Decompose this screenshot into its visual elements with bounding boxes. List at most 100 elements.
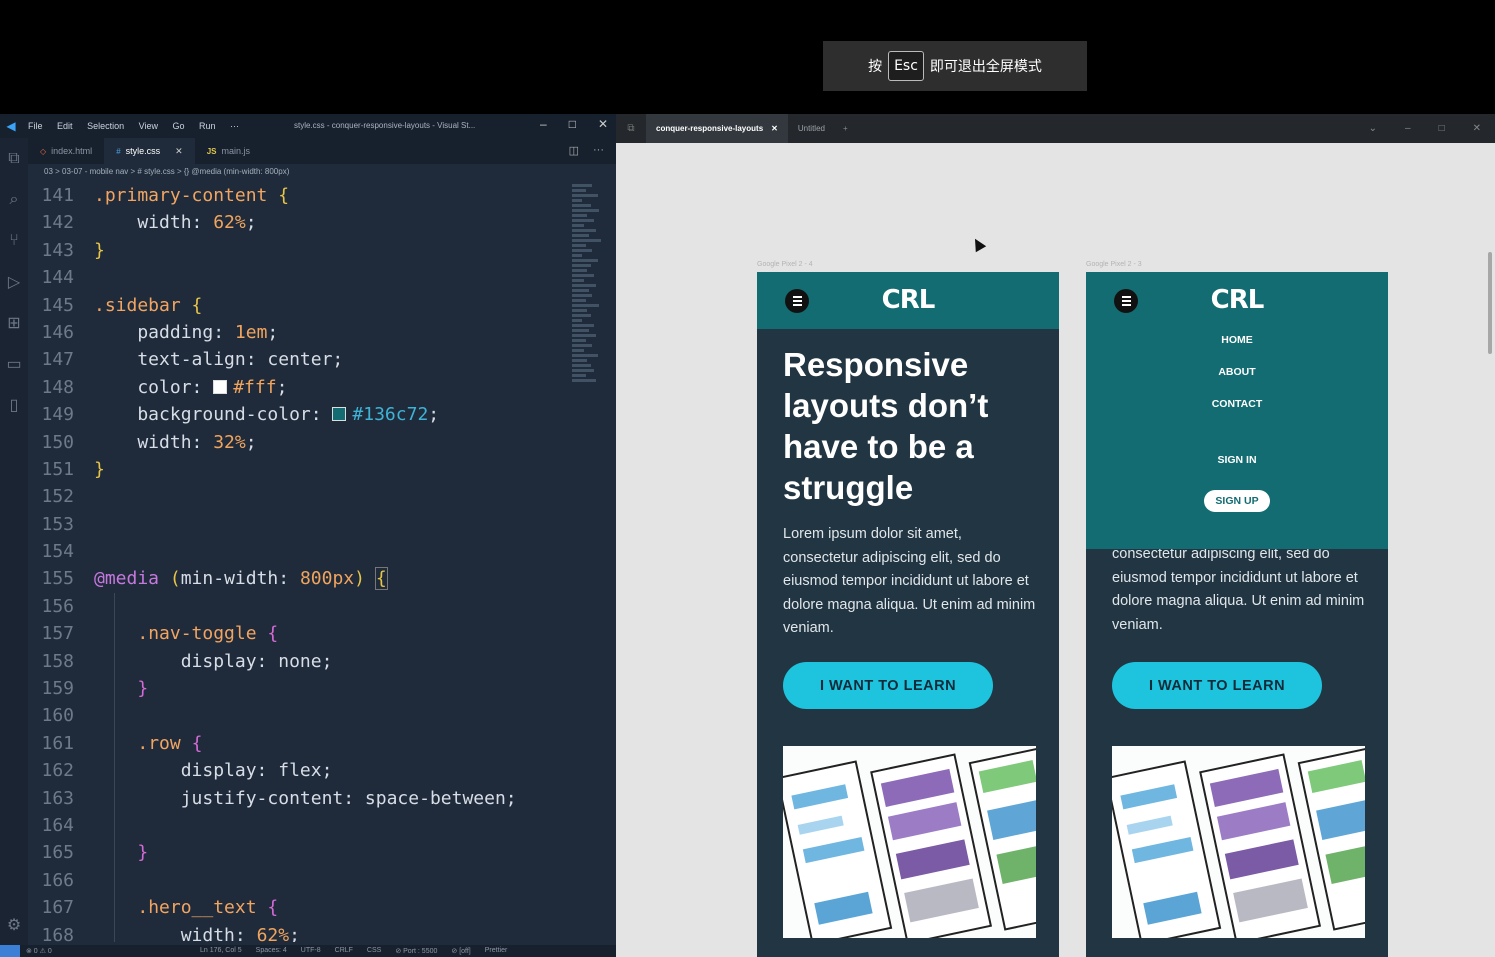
language-mode[interactable]: CSS (367, 947, 381, 955)
esc-key: Esc (888, 51, 924, 81)
tab-conquer-responsive-layouts[interactable]: conquer-responsive-layouts ✕ (646, 114, 788, 143)
hero-title: Responsive layouts don’t have to be a st… (783, 346, 989, 506)
color-swatch[interactable] (332, 407, 347, 422)
toast-prefix: 按 (868, 59, 883, 75)
code-line: 159 } (41, 678, 149, 700)
nav-link-contact[interactable]: CONTACT (1086, 398, 1388, 410)
vscode-titlebar: ◀ File Edit Selection View Go Run ··· st… (0, 114, 616, 138)
tab-style-css[interactable]: # style.css ✕ (104, 138, 195, 164)
close-tab-icon[interactable]: ✕ (175, 146, 183, 157)
sign-in-link[interactable]: SIGN IN (1086, 454, 1388, 466)
device-preview-1: CRL Responsive layouts don’t have to be … (757, 272, 1059, 957)
maximize-icon[interactable]: □ (1439, 123, 1445, 134)
cta-button[interactable]: I WANT TO LEARN (1112, 662, 1322, 709)
code-line: 165 } (41, 842, 149, 864)
remote-indicator[interactable] (0, 945, 20, 957)
code-line: 148 color: #fff; (41, 376, 288, 398)
breadcrumb[interactable]: 03 > 03-07 - mobile nav > # style.css > … (44, 167, 289, 176)
menu-view[interactable]: View (139, 121, 158, 131)
code-line: 150 width: 32%; (41, 431, 257, 453)
code-line: 160 (41, 705, 74, 727)
minimize-icon[interactable]: – (540, 117, 547, 131)
tab-label: index.html (51, 146, 93, 156)
code-line: 156 (41, 595, 74, 617)
menu-selection[interactable]: Selection (87, 121, 124, 131)
tab-actions-icon[interactable]: ⧉ (616, 123, 646, 134)
code-line: 167 .hero__text { (41, 897, 279, 919)
toast-suffix: 即可退出全屏模式 (929, 59, 1042, 75)
menu-file[interactable]: File (28, 121, 43, 131)
tab-untitled[interactable]: Untitled (788, 114, 835, 143)
code-line: 166 (41, 869, 74, 891)
code-line: 143} (41, 239, 105, 261)
new-tab-button[interactable]: + (835, 124, 856, 133)
code-line: 158 display: none; (41, 650, 333, 672)
search-icon[interactable]: ⌕ (0, 179, 28, 220)
site-header: CRL (757, 272, 1059, 329)
status-bar: ⊗ 0 ⚠ 0 Ln 176, Col 5 Spaces: 4 UTF-8 CR… (0, 945, 616, 957)
minimap[interactable] (572, 182, 606, 462)
split-editor-icon[interactable]: ◫ (569, 144, 579, 157)
gear-icon[interactable]: ⚙ (0, 904, 28, 945)
explorer-icon[interactable]: ⧉ (0, 138, 28, 179)
extensions-icon[interactable]: ⊞ (0, 302, 28, 343)
nav-link-home[interactable]: HOME (1086, 334, 1388, 346)
menu-bar: File Edit Selection View Go Run ··· (28, 121, 251, 131)
fullscreen-exit-toast: 按 Esc 即可退出全屏模式 (823, 41, 1087, 91)
html-file-icon: ◇ (40, 146, 47, 156)
code-line: 163 justify-content: space-between; (41, 787, 517, 809)
sign-up-button[interactable]: SIGN UP (1204, 490, 1270, 512)
menu-edit[interactable]: Edit (57, 121, 73, 131)
vscode-logo-icon: ◀ (6, 119, 16, 133)
encoding[interactable]: UTF-8 (301, 947, 321, 955)
browser-window: ⧉ conquer-responsive-layouts ✕ Untitled … (616, 114, 1495, 957)
close-icon[interactable]: ✕ (598, 117, 608, 131)
line-ending[interactable]: CRLF (335, 947, 353, 955)
screen: 按 Esc 即可退出全屏模式 ◀ File Edit Selection Vie… (0, 0, 1495, 957)
code-editor[interactable]: 141 .primary-content { 142 width: 62%; 14… (28, 182, 566, 942)
tab-label: style.css (125, 146, 161, 156)
color-swatch[interactable] (213, 379, 228, 394)
hero-illustration (783, 746, 1036, 938)
code-line: 152 (41, 486, 74, 508)
live-server-port[interactable]: ⊘ Port : 5500 (395, 947, 437, 955)
site-logo[interactable]: CRL (1086, 285, 1388, 315)
vscode-window: ◀ File Edit Selection View Go Run ··· st… (0, 114, 616, 957)
minimize-icon[interactable]: – (1405, 123, 1411, 134)
prettier-status[interactable]: Prettier (485, 947, 508, 955)
problems-count[interactable]: ⊗ 0 ⚠ 0 (26, 947, 52, 955)
code-line: 153 (41, 513, 74, 535)
close-tab-icon[interactable]: ✕ (771, 124, 778, 133)
code-line: 157 .nav-toggle { (41, 623, 279, 645)
site-logo[interactable]: CRL (757, 285, 1059, 315)
page-scrollbar[interactable] (1488, 252, 1492, 354)
code-line: 147 text-align: center; (41, 349, 344, 371)
more-actions-icon[interactable]: ··· (593, 144, 604, 157)
close-icon[interactable]: ✕ (1473, 123, 1481, 134)
nav-link-about[interactable]: ABOUT (1086, 366, 1388, 378)
maximize-icon[interactable]: □ (569, 117, 576, 131)
bookmark-icon[interactable]: ▯ (0, 384, 28, 425)
code-line: 145 .sidebar { (41, 294, 203, 316)
tab-index-html[interactable]: ◇ index.html (28, 138, 104, 164)
menu-more[interactable]: ··· (230, 121, 239, 131)
cta-button[interactable]: I WANT TO LEARN (783, 662, 993, 709)
hero-body: Lorem ipsum dolor sit amet, consectetur … (783, 526, 1036, 636)
indentation[interactable]: Spaces: 4 (256, 947, 287, 955)
js-file-icon: JS (206, 146, 217, 156)
remote-explorer-icon[interactable]: ▭ (0, 343, 28, 384)
css-file-icon: # (116, 146, 121, 156)
menu-run[interactable]: Run (199, 121, 216, 131)
run-debug-icon[interactable]: ▷ (0, 261, 28, 302)
toggle-status[interactable]: ⊘ [off] (451, 947, 470, 955)
hero-illustration (1112, 746, 1365, 938)
code-line: 154 (41, 541, 74, 563)
chevron-down-icon[interactable]: ⌄ (1369, 123, 1377, 134)
tab-label: Untitled (797, 124, 825, 133)
tab-main-js[interactable]: JS main.js (195, 138, 262, 164)
menu-go[interactable]: Go (172, 121, 184, 131)
cursor-position[interactable]: Ln 176, Col 5 (200, 947, 242, 955)
code-line: 162 display: flex; (41, 760, 333, 782)
source-control-icon[interactable]: ⑂ (0, 220, 28, 261)
editor-tabs: ◇ index.html # style.css ✕ JS main.js ◫ … (28, 138, 616, 164)
